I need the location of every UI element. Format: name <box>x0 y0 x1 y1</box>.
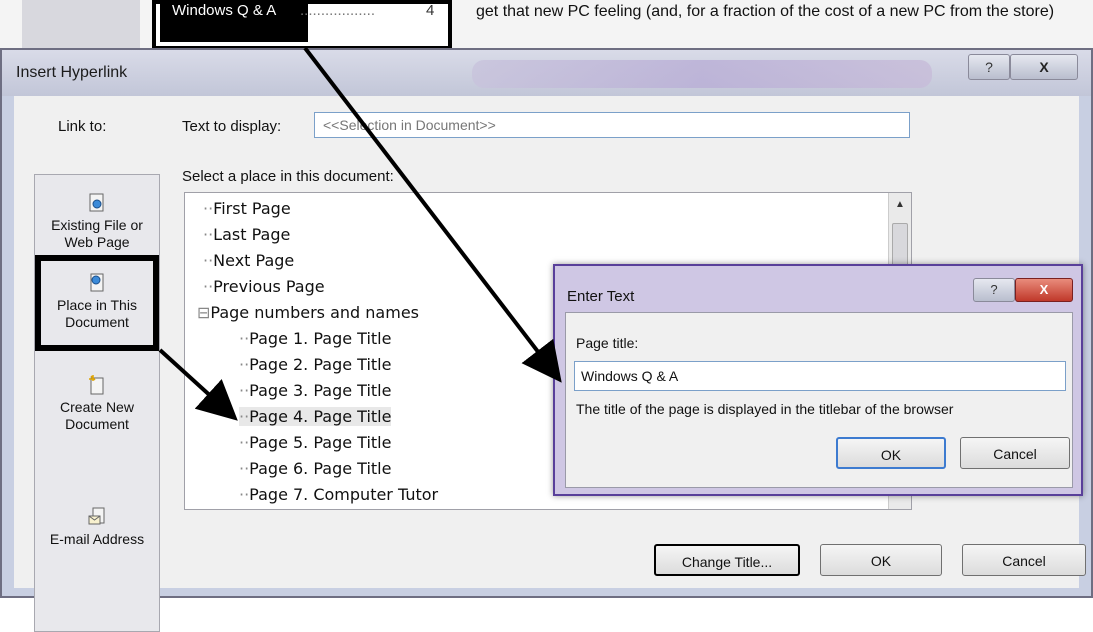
arrow-toc-to-page-title <box>303 46 562 383</box>
annotation-arrows <box>158 46 562 421</box>
arrow-place-to-tree <box>158 348 238 421</box>
